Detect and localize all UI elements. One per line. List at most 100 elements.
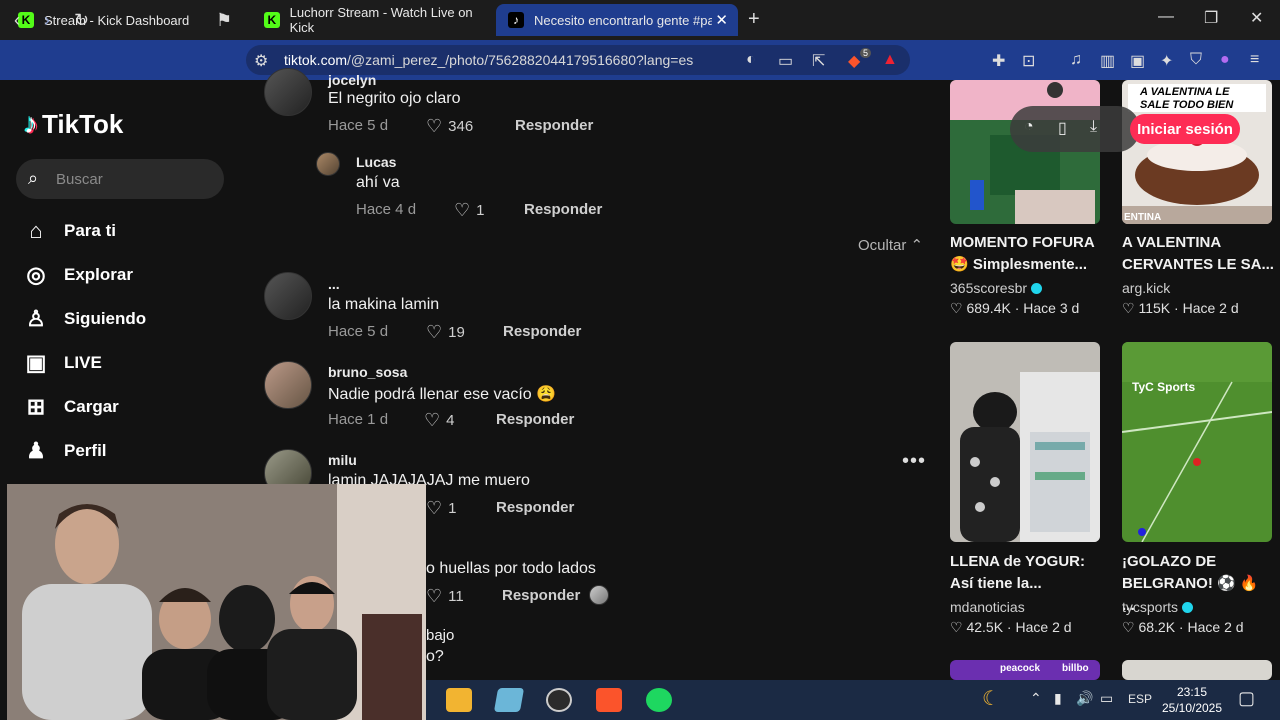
like-button[interactable]: ♡ 346 — [426, 116, 473, 137]
reply-button[interactable]: Responder — [515, 117, 593, 134]
reader-mode-icon[interactable]: ◐ — [746, 51, 756, 69]
thumbnail-image — [950, 342, 1100, 542]
live-tv-icon: ▣ — [25, 350, 47, 375]
back-icon[interactable]: ‹ — [14, 10, 20, 31]
avatar[interactable] — [316, 152, 340, 176]
heart-icon: ♡ — [426, 322, 443, 342]
thumbnail-image — [950, 80, 1100, 224]
reply-button[interactable]: Responder — [502, 587, 580, 604]
night-mode-icon[interactable]: ☾ — [982, 686, 1000, 711]
url-text[interactable]: tiktok.com/@zami_perez_/photo/7562882044… — [284, 52, 693, 68]
comment-username[interactable]: milu — [328, 452, 357, 468]
nav-explorar[interactable]: ◎ Explorar — [24, 260, 133, 290]
kick-icon: K — [18, 12, 34, 28]
avatar[interactable] — [264, 272, 312, 320]
video-author[interactable]: arg.kick — [1122, 280, 1170, 296]
close-tab-icon[interactable]: ✕ — [715, 11, 728, 29]
comment-username[interactable]: bruno_sosa — [328, 364, 407, 380]
show-hidden-icons[interactable]: ⌃ — [1030, 690, 1042, 707]
reply-button[interactable]: Responder — [496, 411, 574, 428]
minimize-icon[interactable]: — — [1158, 8, 1174, 26]
search-input[interactable] — [56, 159, 216, 199]
like-button[interactable]: ♡ 4 — [424, 410, 454, 431]
nav-perfil[interactable]: ♟ Perfil — [24, 436, 106, 466]
forward-icon[interactable]: › — [44, 10, 50, 31]
comment-text: la makina lamin — [328, 296, 440, 313]
taskbar-clock[interactable]: 23:15 25/10/2025 — [1160, 684, 1224, 716]
nav-siguiendo[interactable]: ♙ Siguiendo — [24, 304, 146, 334]
heart-icon: ♡ — [1122, 619, 1135, 635]
share-icon[interactable]: ⇱ — [812, 51, 825, 71]
sidebar-toggle-icon[interactable]: ▥ — [1100, 51, 1115, 71]
video-thumbnail[interactable]: peacock billbo — [950, 660, 1100, 680]
wallet-icon[interactable]: ▣ — [1130, 51, 1145, 71]
phone-icon[interactable]: ▯ — [1058, 118, 1067, 138]
language-indicator[interactable]: ESP — [1128, 692, 1152, 706]
new-tab-button[interactable]: + — [748, 8, 760, 31]
video-thumbnail[interactable]: A VALENTINA LE SALE TODO BIEN ENTINA — [1122, 80, 1272, 224]
video-thumbnail[interactable] — [950, 342, 1100, 542]
notifications-icon[interactable]: ▢ — [1238, 688, 1255, 709]
home-icon: ⌂ — [29, 218, 43, 243]
more-options-icon[interactable]: ••• — [902, 450, 926, 473]
tab-luchorr-stream[interactable]: K Luchorr Stream - Watch Live on Kick — [252, 4, 496, 36]
reply-button[interactable]: Responder — [496, 499, 574, 516]
reply-button[interactable]: Responder — [503, 323, 581, 340]
extensions-icon[interactable]: ✚ — [992, 51, 1005, 71]
comment-username[interactable]: Lucas — [356, 154, 396, 170]
like-button[interactable]: ♡ 1 — [454, 200, 484, 221]
video-title[interactable]: A VALENTINA CERVANTES LE SA... — [1122, 232, 1274, 276]
avatar[interactable] — [264, 361, 312, 409]
volume-icon[interactable]: 🔊 — [1076, 690, 1093, 707]
tiktok-logo[interactable]: ♪ TikTok — [24, 108, 123, 140]
download-icon[interactable]: ⤓ — [1090, 118, 1097, 136]
hide-replies-button[interactable]: Ocultar ⌃ — [858, 236, 923, 254]
like-button[interactable]: ♡ 1 — [426, 498, 456, 519]
file-explorer-icon[interactable] — [446, 688, 472, 712]
leo-ai-icon[interactable]: ✦ — [1160, 51, 1173, 71]
video-thumbnail[interactable] — [1122, 660, 1272, 680]
login-button[interactable]: Iniciar sesión — [1130, 114, 1240, 144]
video-thumbnail[interactable]: TyC Sports — [1122, 342, 1272, 542]
close-window-icon[interactable]: ✕ — [1250, 8, 1263, 28]
like-button[interactable]: ♡ 19 — [426, 322, 465, 343]
tab-kick-dashboard[interactable]: K Stream - Kick Dashboard — [6, 4, 246, 36]
reply-button[interactable]: Responder — [524, 201, 602, 218]
menu-icon[interactable]: ≡ — [1250, 51, 1259, 69]
video-title[interactable]: LLENA de YOGUR: Así tiene la... — [950, 551, 1102, 595]
brave-browser-icon[interactable] — [596, 688, 622, 712]
bookmark-icon[interactable]: ⚑ — [216, 10, 232, 31]
microphone-icon[interactable]: ▮ — [1054, 690, 1062, 707]
video-author[interactable]: tycsports — [1122, 599, 1194, 615]
avatar[interactable] — [264, 68, 312, 116]
cast-icon[interactable]: ▭ — [778, 51, 793, 71]
site-settings-icon[interactable]: ⚙ — [254, 51, 268, 71]
nav-para-ti[interactable]: ⌂ Para ti — [24, 216, 116, 246]
video-author[interactable]: mdanoticias — [950, 599, 1025, 615]
profile-avatar-icon[interactable]: ● — [1220, 51, 1230, 69]
brave-shields-icon[interactable]: ◆ — [848, 51, 860, 71]
nav-cargar[interactable]: ⊞ Cargar — [24, 392, 119, 422]
brave-rewards-icon[interactable]: ▲ — [882, 51, 898, 69]
video-author[interactable]: 365scoresbr — [950, 280, 1043, 296]
video-title[interactable]: MOMENTO FOFURA 🤩 Simplesmente... — [950, 232, 1102, 276]
restore-icon[interactable]: ❐ — [1204, 8, 1218, 28]
media-icon[interactable]: ♫ — [1070, 51, 1082, 69]
comment-username[interactable]: ... — [328, 276, 340, 292]
tiktok-icon[interactable]: ◔ — [1024, 118, 1034, 136]
tab-tiktok-active[interactable]: ♪ Necesito encontrarlo gente #par ✕ — [496, 4, 738, 36]
notes-app-icon[interactable] — [493, 688, 525, 712]
spotify-icon[interactable] — [646, 688, 672, 712]
reload-icon[interactable]: ↻ — [74, 10, 89, 31]
network-icon[interactable]: ▭ — [1100, 690, 1113, 707]
nav-live[interactable]: ▣ LIVE — [24, 348, 102, 378]
video-thumbnail[interactable] — [950, 80, 1100, 224]
obs-icon[interactable] — [546, 688, 572, 712]
vpn-icon[interactable]: ⛉ — [1190, 51, 1202, 69]
floating-action-bar: ◔ ▯ ⤓ — [1010, 106, 1140, 152]
screenshot-icon[interactable]: ⊡ — [1022, 51, 1035, 71]
like-button[interactable]: ♡ 11 — [426, 586, 464, 607]
search-box[interactable]: ⌕ — [16, 159, 224, 199]
comment-username[interactable]: jocelyn — [328, 72, 376, 88]
chevron-up-icon: ⌃ — [910, 237, 924, 254]
